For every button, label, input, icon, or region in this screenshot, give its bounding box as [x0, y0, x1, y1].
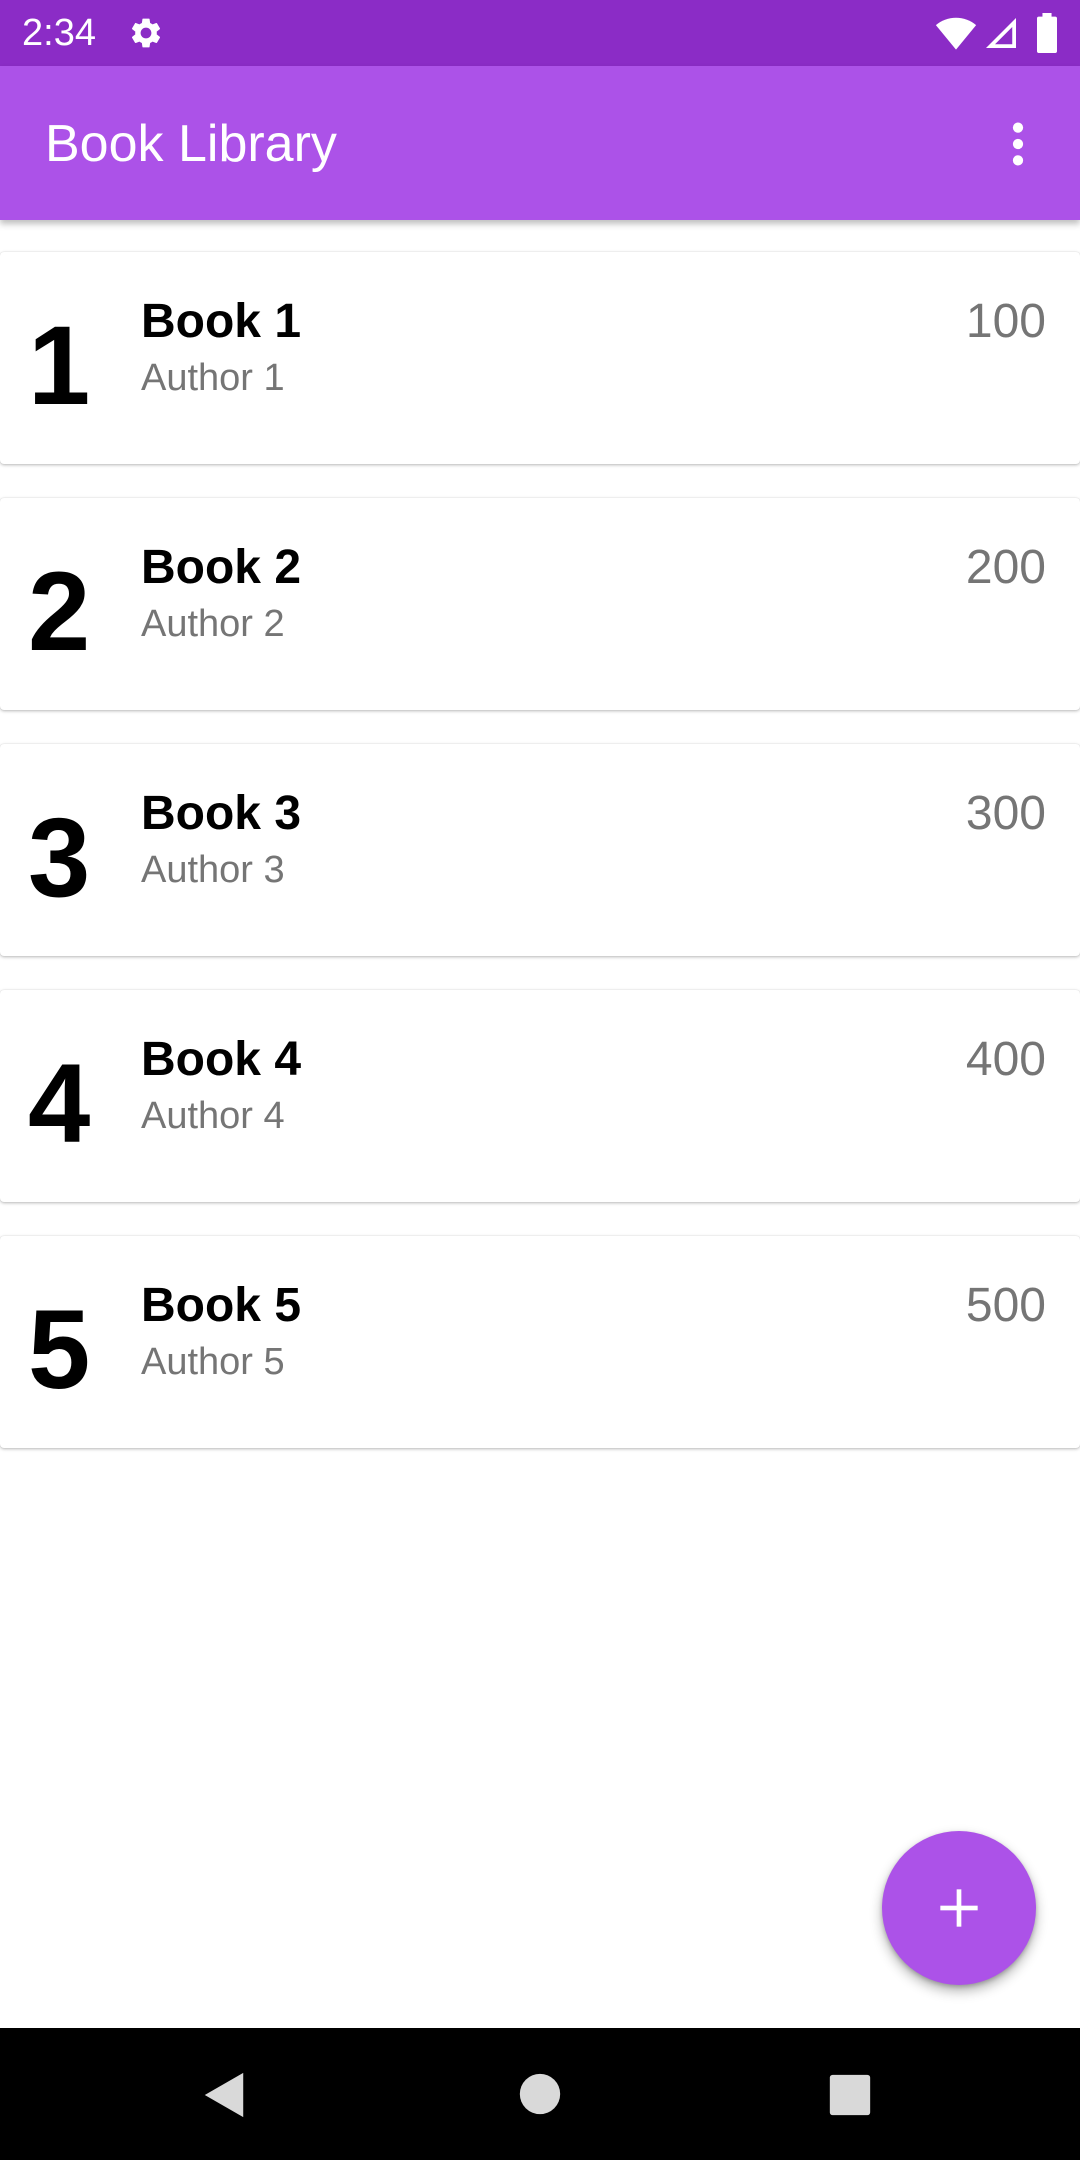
book-author: Author 4: [141, 1095, 285, 1137]
wifi-icon: [935, 17, 977, 50]
book-card[interactable]: 3 Book 3 Author 3 300: [0, 744, 1080, 956]
home-circle-icon[interactable]: [518, 2072, 562, 2116]
book-title: Book 3: [141, 787, 302, 840]
book-pages: 200: [965, 541, 1046, 594]
book-number: 2: [28, 549, 91, 674]
gear-icon: [131, 18, 161, 48]
book-number: 5: [28, 1287, 91, 1412]
screen: 2:34 Book Library 1 Book 1 Author 1 100 …: [0, 0, 1080, 2160]
book-card[interactable]: 1 Book 1 Author 1 100: [0, 252, 1080, 464]
status-time: 2:34: [22, 12, 96, 54]
book-pages: 500: [965, 1279, 1046, 1332]
book-pages: 300: [965, 787, 1046, 840]
status-bar: 2:34: [0, 0, 1080, 66]
book-card[interactable]: 2 Book 2 Author 2 200: [0, 498, 1080, 710]
book-number: 4: [28, 1041, 91, 1166]
book-title: Book 5: [141, 1279, 302, 1332]
back-triangle-icon[interactable]: [200, 2070, 248, 2120]
battery-icon: [1037, 13, 1057, 53]
book-author: Author 3: [141, 849, 285, 891]
book-title: Book 1: [141, 295, 302, 348]
app-title: Book Library: [45, 115, 337, 173]
book-number: 1: [28, 303, 91, 428]
book-author: Author 2: [141, 603, 285, 645]
plus-icon: [940, 1889, 978, 1927]
system-nav-bar: [0, 2028, 1080, 2160]
book-author: Author 1: [141, 357, 285, 399]
book-author: Author 5: [141, 1341, 285, 1383]
cell-signal-icon: [986, 18, 1016, 48]
book-card[interactable]: 4 Book 4 Author 4 400: [0, 990, 1080, 1202]
more-vert-icon[interactable]: [990, 116, 1046, 172]
book-number: 3: [28, 795, 91, 920]
app-bar: Book Library: [0, 66, 1080, 220]
book-title: Book 4: [141, 1033, 302, 1086]
book-pages: 400: [965, 1033, 1046, 1086]
book-pages: 100: [965, 295, 1046, 348]
book-title: Book 2: [141, 541, 302, 594]
book-card[interactable]: 5 Book 5 Author 5 500: [0, 1236, 1080, 1448]
add-book-button[interactable]: [882, 1831, 1036, 1985]
recents-square-icon[interactable]: [828, 2073, 872, 2117]
